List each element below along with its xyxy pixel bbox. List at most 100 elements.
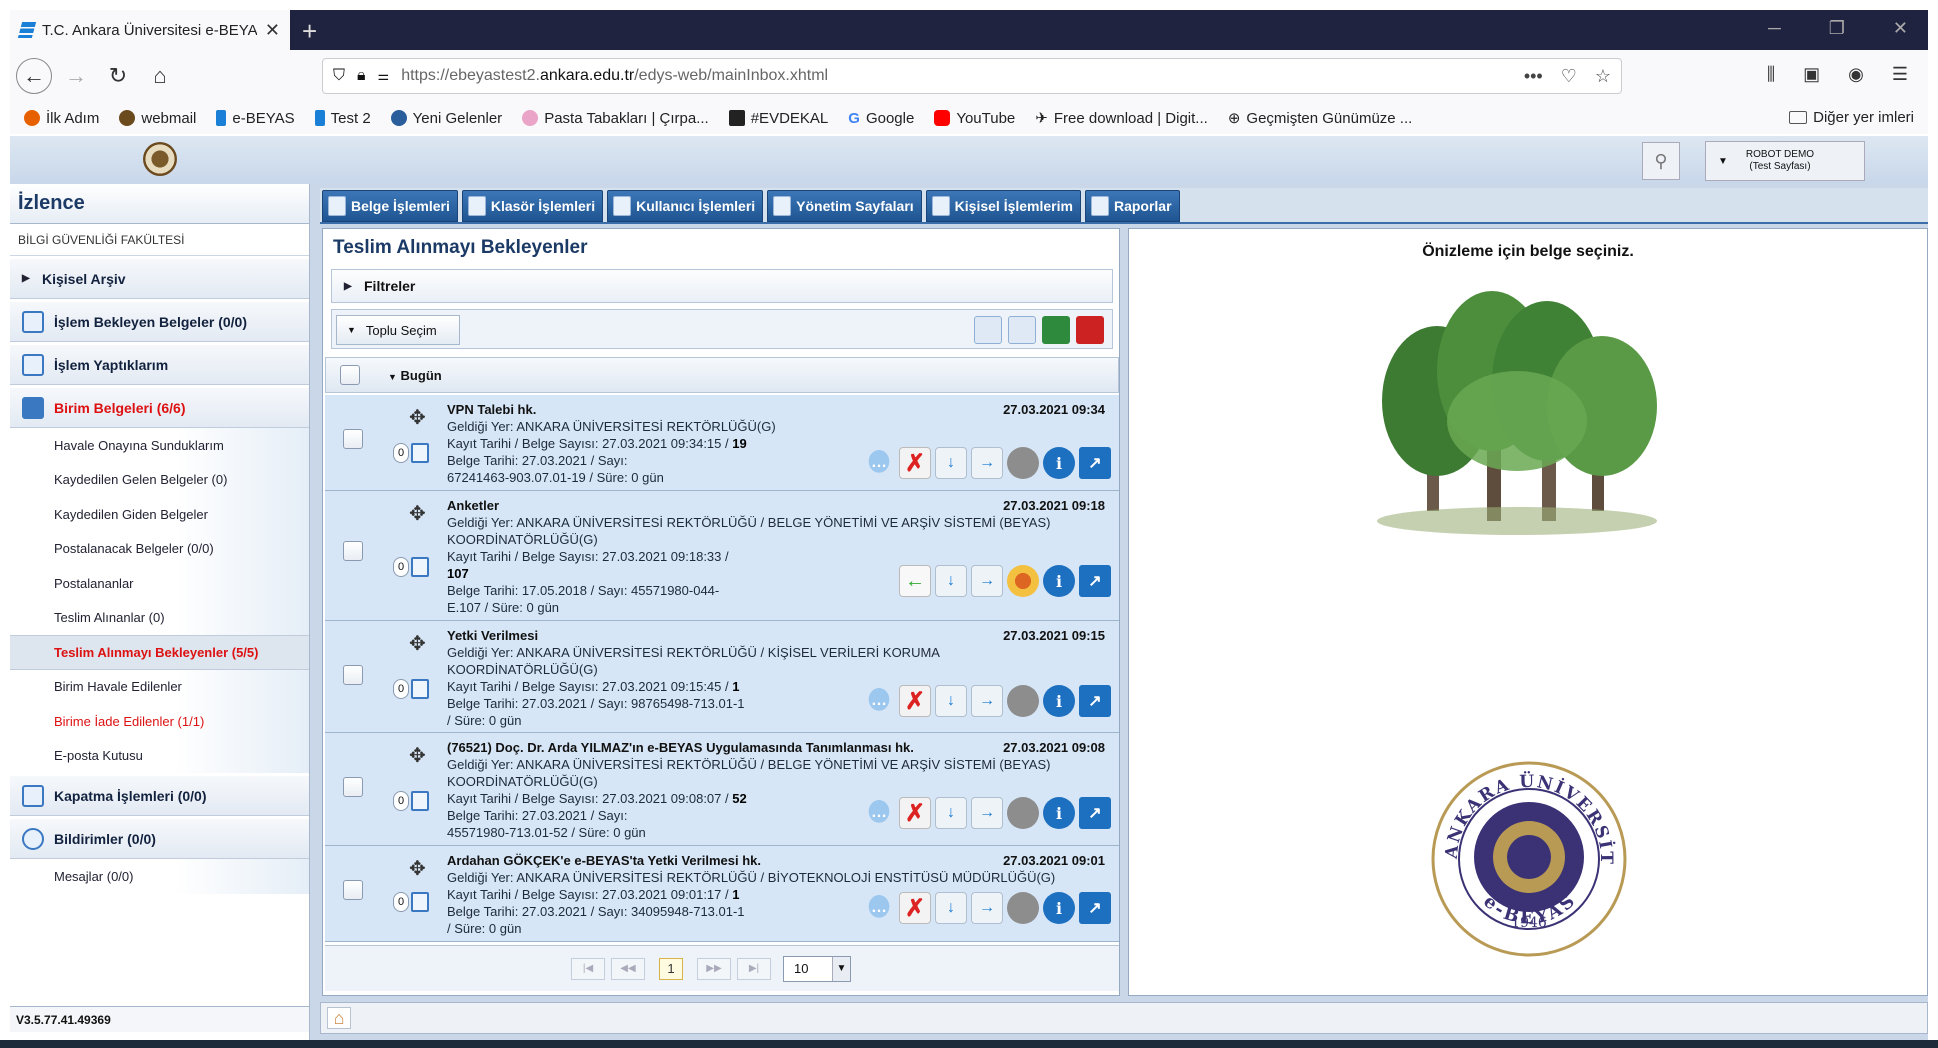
- return-icon[interactable]: ←: [899, 565, 931, 597]
- comment-icon[interactable]: …: [863, 685, 895, 717]
- move-icon[interactable]: ✥: [409, 856, 426, 881]
- url-bar[interactable]: ⛉ 🔒︎ ⚌ https://ebeyastest2.ankara.edu.tr…: [322, 58, 1622, 94]
- comment-icon[interactable]: …: [863, 892, 895, 924]
- approval-badge-icon[interactable]: [1007, 892, 1039, 924]
- back-arrow-icon[interactable]: ←: [16, 58, 52, 94]
- bookmark-yeni-gelenler[interactable]: Yeni Gelenler: [390, 110, 502, 127]
- bookmark-ebeyas[interactable]: e-BEYAS: [216, 110, 295, 127]
- row-checkbox[interactable]: [343, 541, 363, 561]
- filters-toggle[interactable]: ▶ Filtreler: [331, 269, 1113, 303]
- home-icon[interactable]: ⌂: [327, 1007, 351, 1029]
- sidebar-item-islem-bekleyen[interactable]: İşlem Bekleyen Belgeler (0/0): [10, 302, 309, 342]
- next-page-button[interactable]: ▶▶: [697, 957, 731, 980]
- sidebar-subitem[interactable]: Postalanacak Belgeler (0/0): [10, 531, 309, 566]
- close-window-icon[interactable]: ✕: [1893, 18, 1908, 39]
- sidebar-subitem[interactable]: E-posta Kutusu: [10, 738, 309, 773]
- bulk-receive-icon[interactable]: [974, 316, 1002, 344]
- forward-icon[interactable]: →: [971, 685, 1003, 717]
- document-icon[interactable]: [411, 557, 429, 577]
- last-page-button[interactable]: ▶|: [737, 957, 771, 980]
- sidebar-subitem[interactable]: Kaydedilen Gelen Belgeler (0): [10, 462, 309, 497]
- hamburger-menu-icon[interactable]: ☰: [1892, 64, 1908, 85]
- pdf-icon[interactable]: [1076, 316, 1104, 344]
- move-icon[interactable]: ✥: [409, 743, 426, 768]
- sidebar-item-islem-yaptiklarim[interactable]: İşlem Yaptıklarım: [10, 345, 309, 385]
- close-tab-icon[interactable]: ✕: [265, 20, 280, 41]
- open-external-icon[interactable]: ↗: [1079, 797, 1111, 829]
- bookmark-youtube[interactable]: YouTube: [934, 110, 1015, 127]
- open-external-icon[interactable]: ↗: [1079, 565, 1111, 597]
- approval-badge-icon[interactable]: [1007, 447, 1039, 479]
- sidebar-subitem[interactable]: Teslim Alınanlar (0): [10, 600, 309, 635]
- list-item[interactable]: ✥ 0 Ardahan GÖKÇEK'e e-BEYAS'ta Yetki Ve…: [325, 846, 1119, 942]
- select-all-checkbox[interactable]: [340, 365, 360, 385]
- receive-icon[interactable]: ↓: [935, 565, 967, 597]
- lock-icon[interactable]: 🔒︎: [357, 67, 366, 85]
- user-menu[interactable]: ▼ ROBOT DEMO (Test Sayfası): [1705, 141, 1865, 181]
- bookmark-gecmisten[interactable]: ⊕ Geçmişten Günümüze ...: [1228, 109, 1412, 128]
- document-icon[interactable]: [411, 892, 429, 912]
- bulk-select-button[interactable]: ▼ Toplu Seçim: [336, 315, 460, 345]
- pocket-icon[interactable]: ♡: [1561, 66, 1577, 87]
- comment-icon[interactable]: …: [863, 447, 895, 479]
- page-size-select[interactable]: 10 ▼: [783, 955, 851, 982]
- move-icon[interactable]: ✥: [409, 405, 426, 430]
- forward-icon[interactable]: →: [971, 892, 1003, 924]
- account-icon[interactable]: ◉: [1848, 64, 1864, 85]
- sidebar-item-bildirimler[interactable]: Bildirimler (0/0): [10, 819, 309, 859]
- permissions-icon[interactable]: ⚌: [378, 68, 390, 84]
- forward-icon[interactable]: →: [971, 797, 1003, 829]
- menu-yonetim-sayfalari[interactable]: Yönetim Sayfaları: [767, 190, 922, 222]
- bookmark-ilk-adim[interactable]: İlk Adım: [24, 110, 99, 127]
- sidebar-subitem[interactable]: Postalananlar: [10, 566, 309, 601]
- menu-kisisel-islemlerim[interactable]: Kişisel İşlemlerim: [925, 190, 1081, 222]
- menu-kullanici-islemleri[interactable]: Kullanıcı İşlemleri: [607, 190, 764, 222]
- excel-icon[interactable]: [1042, 316, 1070, 344]
- approval-badge-icon[interactable]: [1007, 565, 1039, 597]
- row-checkbox[interactable]: [343, 880, 363, 900]
- row-checkbox[interactable]: [343, 665, 363, 685]
- more-actions-icon[interactable]: •••: [1524, 66, 1543, 87]
- info-icon[interactable]: i: [1043, 565, 1075, 597]
- forward-arrow-icon[interactable]: →: [58, 58, 94, 94]
- sidebar-subitem[interactable]: Kaydedilen Giden Belgeler: [10, 497, 309, 532]
- forward-icon[interactable]: →: [971, 565, 1003, 597]
- sidebar-subitem-mesajlar[interactable]: Mesajlar (0/0): [10, 859, 309, 894]
- forward-icon[interactable]: →: [971, 447, 1003, 479]
- group-today[interactable]: ▼ Bugün: [388, 368, 442, 383]
- list-item[interactable]: ✥ 0 Anketler 27.03.2021 09:18 Geldiği Ye…: [325, 491, 1119, 621]
- reject-icon[interactable]: ✗: [899, 685, 931, 717]
- list-item[interactable]: ✥ 0 (76521) Doç. Dr. Arda YILMAZ'ın e-BE…: [325, 733, 1119, 846]
- sidebar-subitem[interactable]: Havale Onayına Sunduklarım: [10, 428, 309, 463]
- bulk-forward-icon[interactable]: [1008, 316, 1036, 344]
- sidebar-item-birim-belgeleri[interactable]: Birim Belgeleri (6/6): [10, 388, 309, 428]
- receive-icon[interactable]: ↓: [935, 892, 967, 924]
- list-item[interactable]: ✥ 0 VPN Talebi hk. 27.03.2021 09:34 Geld…: [325, 395, 1119, 491]
- library-icon[interactable]: ⫼: [1767, 64, 1775, 85]
- bookmark-google[interactable]: G Google: [848, 110, 914, 127]
- bookmark-star-icon[interactable]: ☆: [1595, 66, 1611, 87]
- reject-icon[interactable]: ✗: [899, 447, 931, 479]
- current-page[interactable]: 1: [659, 957, 683, 980]
- sidebar-subitem[interactable]: Birime İade Edilenler (1/1): [10, 704, 309, 739]
- menu-klasor-islemleri[interactable]: Klasör İşlemleri: [461, 190, 604, 222]
- document-icon[interactable]: [411, 443, 429, 463]
- first-page-button[interactable]: |◀: [571, 957, 605, 980]
- approval-badge-icon[interactable]: [1007, 685, 1039, 717]
- reject-icon[interactable]: ✗: [899, 892, 931, 924]
- prev-page-button[interactable]: ◀◀: [611, 957, 645, 980]
- open-external-icon[interactable]: ↗: [1079, 685, 1111, 717]
- sidebar-subitem[interactable]: Birim Havale Edilenler: [10, 669, 309, 704]
- receive-icon[interactable]: ↓: [935, 685, 967, 717]
- shield-icon[interactable]: ⛉: [333, 67, 345, 85]
- bookmark-webmail[interactable]: webmail: [119, 110, 196, 127]
- other-bookmarks[interactable]: Diğer yer imleri: [1789, 109, 1914, 126]
- row-checkbox[interactable]: [343, 777, 363, 797]
- bookmark-pasta[interactable]: Pasta Tabakları | Çırpa...: [522, 110, 709, 127]
- browser-tab[interactable]: T.C. Ankara Üniversitesi e-BEYA ✕: [10, 10, 290, 50]
- sidebar-item-kisisel-arsiv[interactable]: ▶ Kişisel Arşiv: [10, 259, 309, 299]
- open-external-icon[interactable]: ↗: [1079, 892, 1111, 924]
- receive-icon[interactable]: ↓: [935, 797, 967, 829]
- row-checkbox[interactable]: [343, 429, 363, 449]
- info-icon[interactable]: i: [1043, 797, 1075, 829]
